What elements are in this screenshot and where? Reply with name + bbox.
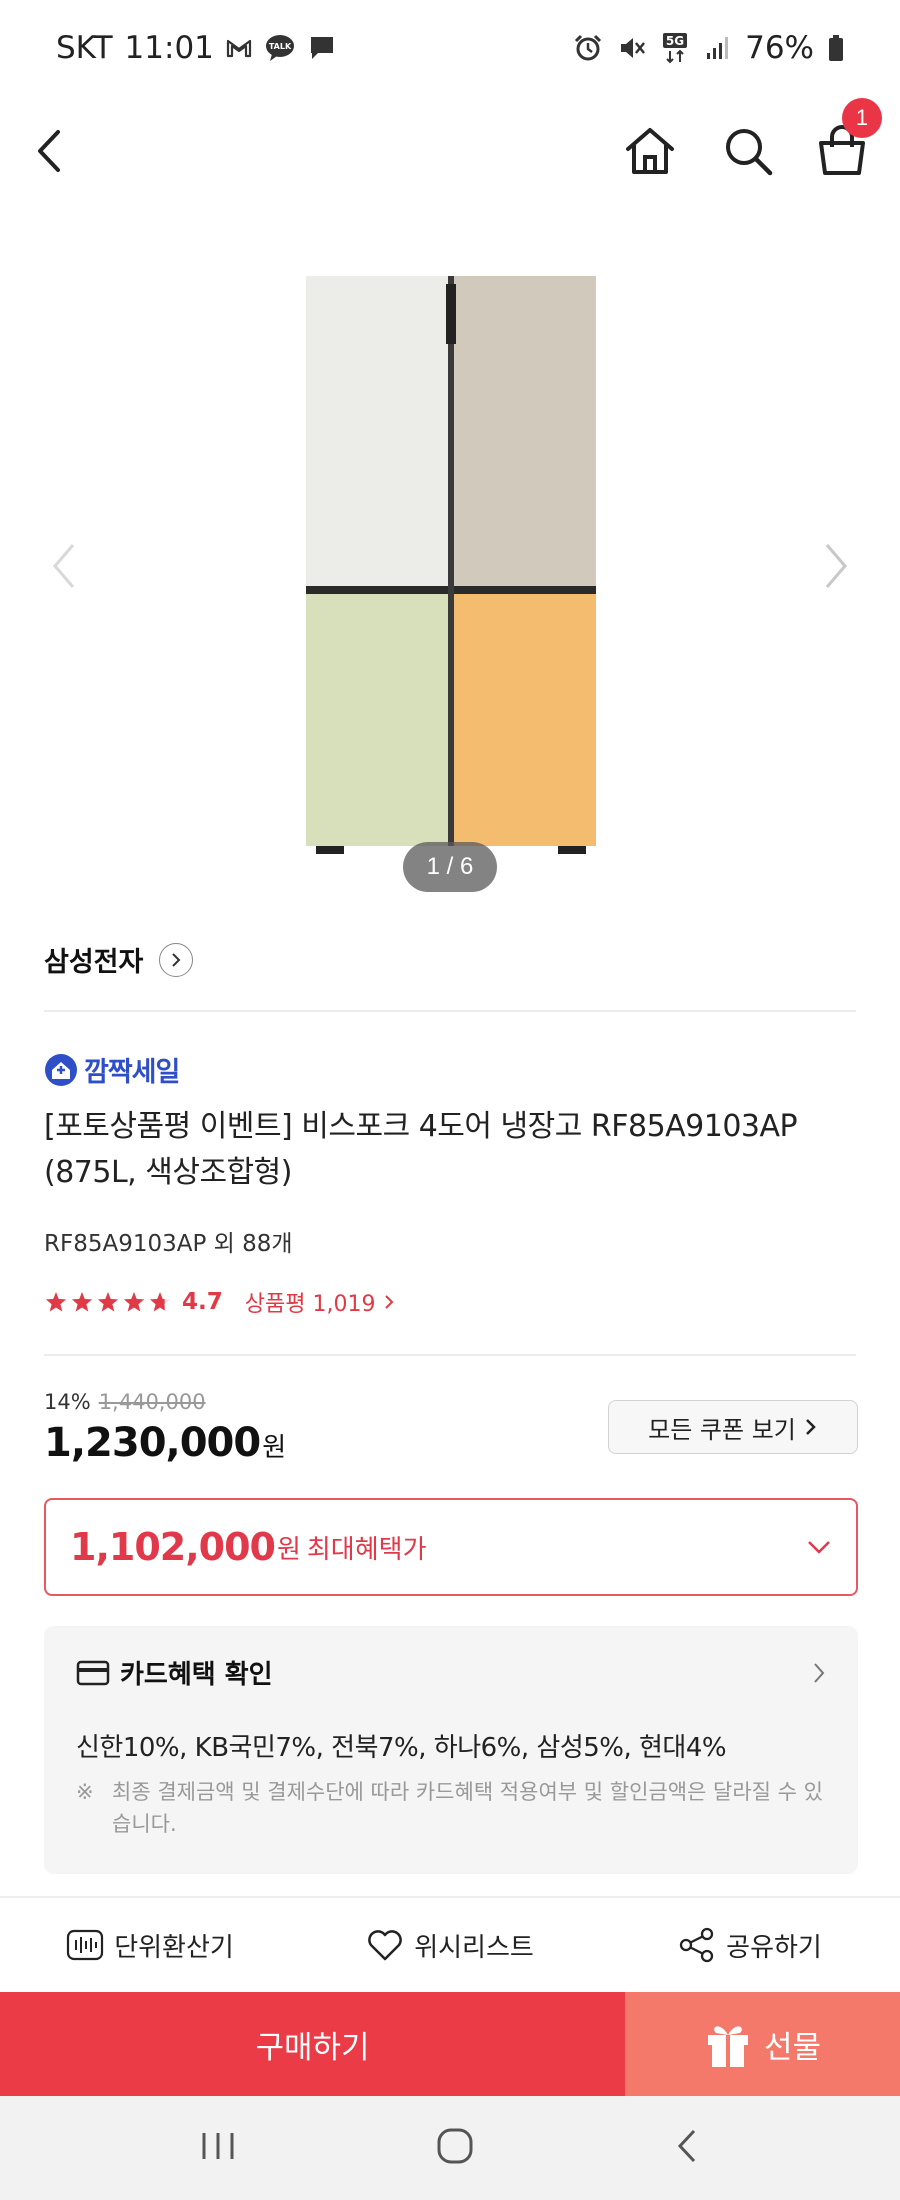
status-bar: SKT 11:01 TALK 5G 76% [0, 0, 900, 96]
system-back-icon [677, 2129, 695, 2163]
back-button[interactable] [10, 96, 90, 206]
5g-icon: 5G [661, 32, 691, 64]
gift-label: 선물 [763, 2029, 822, 2066]
brand-name: 삼성전자 [44, 947, 144, 978]
card-benefit-box[interactable]: 카드혜택 확인 신한10%, KB국민7%, 전북7%, 하나6%, 삼성5%,… [44, 1626, 858, 1874]
search-button[interactable] [708, 96, 788, 206]
gallery-pager: 1 / 6 [403, 842, 497, 892]
share-label: 공유하기 [726, 1932, 822, 1963]
rating-row[interactable]: 4.7 상품평 1,019 [44, 1286, 395, 1318]
system-back-button[interactable] [672, 2126, 702, 2170]
max-benefit-currency: 원 [276, 1534, 301, 1565]
sale-badge-text: 깜짝세일 [84, 1057, 180, 1088]
star-icon [123, 1292, 145, 1312]
system-home-button[interactable] [435, 2126, 475, 2170]
card-benefit-title: 카드혜택 확인 [120, 1660, 273, 1690]
search-icon [726, 129, 773, 176]
recent-apps-button[interactable] [198, 2129, 238, 2167]
chevron-right-icon [805, 1419, 816, 1435]
recent-apps-icon [202, 2133, 234, 2159]
product-title: [포토상품평 이벤트] 비스포크 4도어 냉장고 RF85A9103AP (87… [44, 1109, 798, 1190]
gallery-next-button[interactable] [806, 536, 866, 596]
unit-converter-button[interactable]: 단위환산기 [0, 1927, 300, 1964]
carrier-label: SKT [56, 30, 113, 66]
brand-link[interactable]: 삼성전자 [44, 940, 194, 979]
sale-house-icon [45, 1053, 77, 1086]
unit-converter-label: 단위환산기 [114, 1932, 234, 1963]
home-button[interactable] [610, 96, 690, 206]
mute-icon [617, 33, 647, 63]
svg-text:TALK: TALK [269, 42, 292, 51]
review-link[interactable]: 상품평 1,019 [245, 1286, 396, 1318]
wishlist-label: 위시리스트 [414, 1932, 534, 1963]
chevron-down-icon [808, 1541, 830, 1554]
note-mark: ※ [76, 1780, 94, 1804]
gallery-prev-button[interactable] [34, 536, 94, 596]
kakaotalk-icon: TALK [264, 33, 296, 63]
credit-card-icon [76, 1660, 110, 1685]
utility-row: 단위환산기 위시리스트 공유하기 [0, 1896, 900, 1992]
sale-price: 1,230,000 [44, 1420, 261, 1466]
price-block: 14% 1,440,000 1,230,000 원 [44, 1390, 286, 1466]
star-icon [71, 1292, 93, 1312]
chevron-right-icon [385, 1295, 394, 1309]
share-icon [680, 1927, 714, 1963]
back-arrow-icon [38, 130, 60, 172]
discount-rate: 14% [44, 1390, 91, 1414]
home-icon [626, 128, 674, 174]
card-benefit-note: ※ 최종 결제금액 및 결제수단에 따라 카드혜택 적용여부 및 할인금액은 달… [76, 1776, 826, 1840]
chevron-right-icon [814, 1662, 825, 1683]
all-coupons-button[interactable]: 모든 쿠폰 보기 [608, 1400, 858, 1454]
share-button[interactable]: 공유하기 [600, 1927, 900, 1964]
bottom-action-bar: 구매하기 선물 [0, 1992, 900, 2096]
note-text: 최종 결제금액 및 결제수단에 따라 카드혜택 적용여부 및 할인금액은 달라질… [112, 1780, 823, 1836]
unit-converter-icon [67, 1929, 104, 1961]
battery-icon [828, 34, 844, 62]
chevron-left-icon [53, 544, 75, 588]
card-benefit-list: 신한10%, KB국민7%, 전북7%, 하나6%, 삼성5%, 현대4% [76, 1733, 727, 1763]
divider [44, 1354, 856, 1356]
rating-value: 4.7 [182, 1289, 223, 1315]
message-icon [308, 34, 336, 62]
max-benefit-price: 1,102,000 [70, 1525, 276, 1569]
review-count: 상품평 1,019 [244, 1292, 376, 1317]
max-benefit-label: 최대혜택가 [306, 1534, 427, 1565]
coupon-button-label: 모든 쿠폰 보기 [648, 1415, 796, 1444]
gift-icon [707, 2026, 748, 2067]
wishlist-button[interactable]: 위시리스트 [300, 1927, 600, 1964]
svg-text:5G: 5G [666, 34, 684, 48]
clock: 11:01 [124, 30, 214, 66]
system-nav-bar [0, 2096, 900, 2200]
chevron-right-icon [159, 942, 194, 977]
gmail-icon [226, 37, 252, 59]
star-rating [44, 1291, 172, 1313]
star-icon [45, 1292, 67, 1312]
star-icon [97, 1292, 119, 1312]
chevron-right-icon [825, 544, 847, 588]
star-icon [149, 1292, 171, 1312]
battery-percent: 76% [745, 30, 814, 66]
signal-icon [705, 35, 731, 61]
currency-label: 원 [262, 1433, 287, 1463]
alarm-icon [573, 33, 603, 63]
top-nav: 1 [0, 96, 900, 206]
refrigerator-image [306, 276, 596, 854]
gift-button[interactable]: 선물 [625, 1992, 900, 2096]
buy-button[interactable]: 구매하기 [0, 1992, 625, 2096]
product-image-gallery[interactable]: 1 / 6 [0, 206, 900, 896]
max-benefit-dropdown[interactable]: 1,102,000 원 최대혜택가 [44, 1498, 858, 1596]
flash-sale-badge: 깜짝세일 [44, 1050, 180, 1089]
system-home-icon [437, 2128, 473, 2164]
original-price: 1,440,000 [98, 1390, 206, 1414]
divider [44, 1010, 856, 1012]
cart-count-badge: 1 [842, 98, 882, 138]
model-option-summary[interactable]: RF85A9103AP 외 88개 [44, 1224, 293, 1258]
cart-button[interactable]: 1 [802, 96, 882, 206]
heart-icon [368, 1930, 402, 1961]
